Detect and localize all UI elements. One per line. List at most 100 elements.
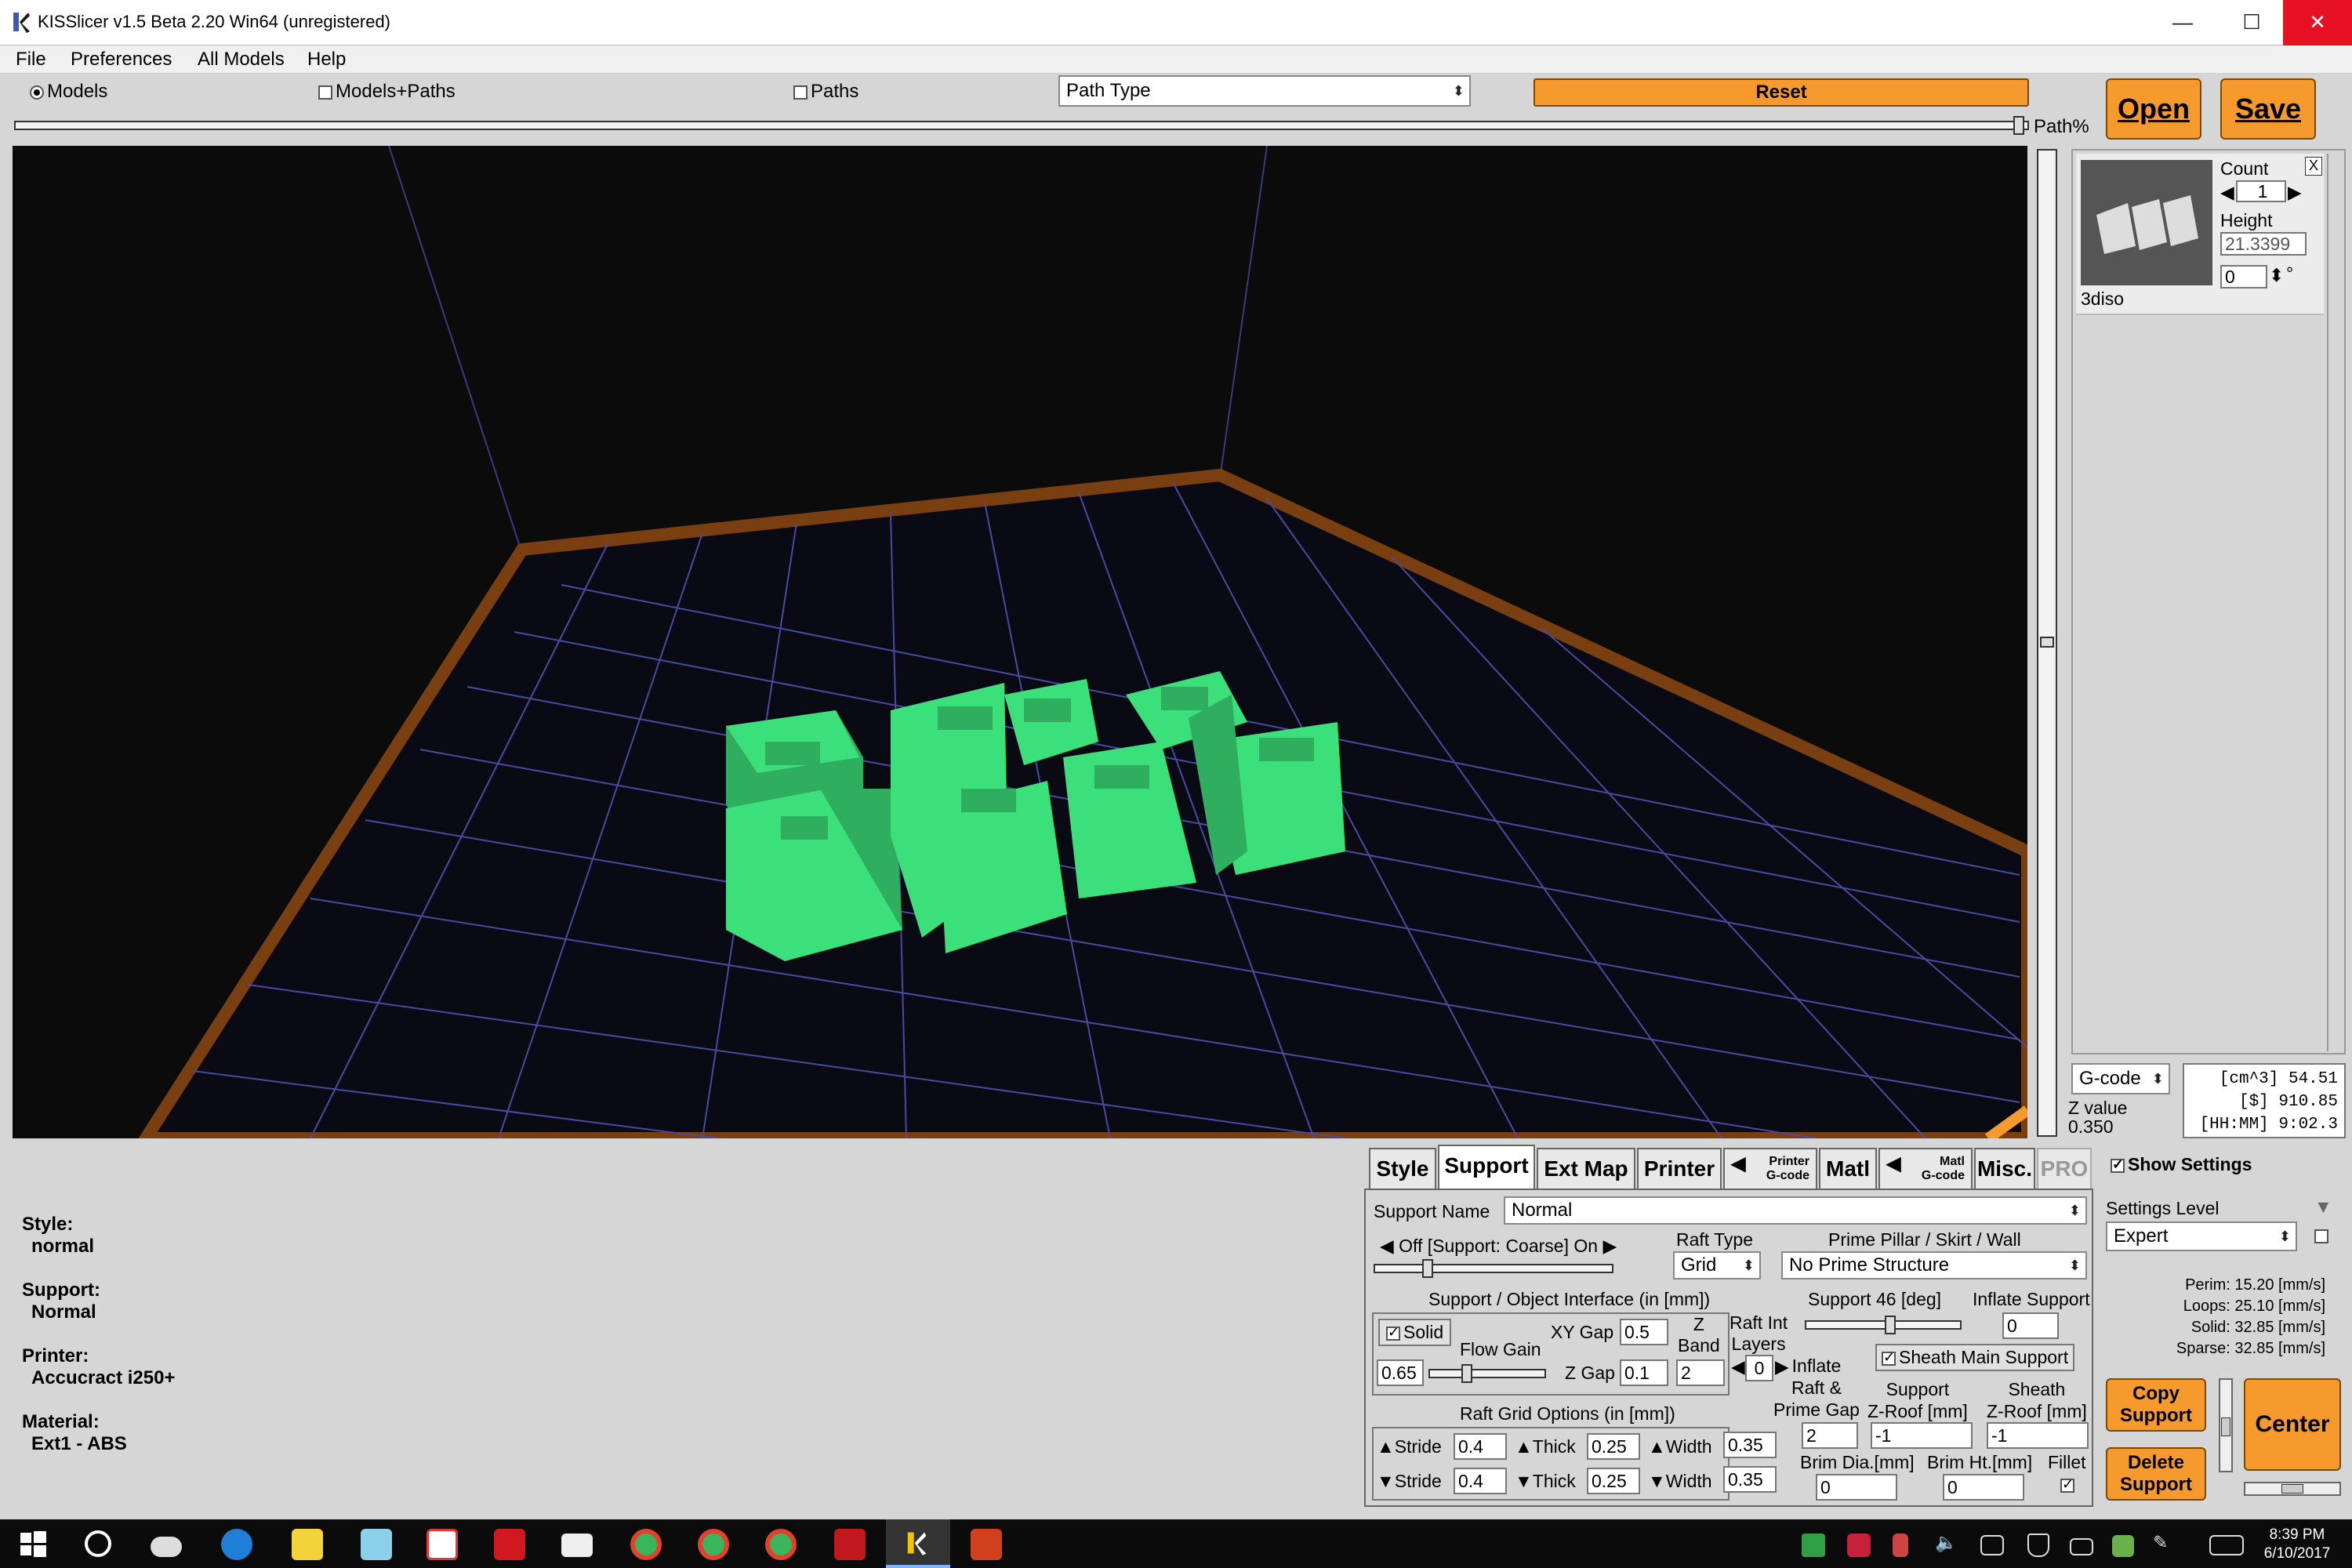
menu-preferences[interactable]: Preferences <box>71 45 172 74</box>
open-button[interactable]: Open <box>2106 78 2201 140</box>
arrow-right-icon[interactable]: ▶ <box>1598 1236 1617 1256</box>
chrome-profile-2-icon[interactable] <box>698 1529 729 1560</box>
inflate-raft-input[interactable]: 2 <box>1802 1422 1858 1449</box>
shield-icon[interactable] <box>1802 1534 1825 1557</box>
r-app-icon[interactable] <box>971 1529 1002 1560</box>
network-icon[interactable] <box>2112 1535 2134 1557</box>
chrome-profile-3-icon[interactable] <box>765 1529 797 1560</box>
arrow-left-icon[interactable]: ◀ <box>1731 1356 1745 1377</box>
horizontal-scrollbar[interactable] <box>2244 1482 2341 1496</box>
m-app-icon[interactable] <box>494 1529 525 1560</box>
tab-misc[interactable]: Misc. <box>1974 1148 2035 1189</box>
support-level-slider[interactable] <box>1374 1259 1613 1278</box>
3d-viewport[interactable] <box>13 146 2027 1138</box>
checkbox-models-paths[interactable] <box>318 85 332 100</box>
copy-support-button[interactable]: Copy Support <box>2106 1378 2206 1432</box>
tab-style[interactable]: Style <box>1369 1148 1436 1189</box>
rotation-input[interactable]: 0 <box>2220 265 2267 289</box>
triangle-up-icon[interactable]: ▲ <box>1515 1436 1533 1457</box>
settings-level-checkbox[interactable] <box>2314 1229 2328 1243</box>
collapse-arrow-icon[interactable]: ▼ <box>2314 1196 2332 1218</box>
support-name-select[interactable]: Normal ⬍ <box>1504 1196 2087 1225</box>
fillet-checkbox[interactable] <box>2060 1476 2074 1493</box>
rotation-spinner-icon[interactable]: ⬍ <box>2269 265 2284 286</box>
inflate-support-input[interactable]: 0 <box>2002 1312 2059 1339</box>
triangle-down-icon[interactable]: ▼ <box>1377 1471 1395 1491</box>
radio-models[interactable] <box>30 85 44 100</box>
z-band-input[interactable]: 2 <box>1676 1359 1725 1386</box>
model-card[interactable]: Count X ◀ 1 ▶ Height 21.3399 0 ⬍ ° 3diso <box>2076 154 2324 315</box>
tab-ext-map[interactable]: Ext Map <box>1537 1148 1635 1189</box>
settings-level-select[interactable]: Expert ⬍ <box>2106 1221 2297 1251</box>
system-clock[interactable]: 8:39 PM 6/10/2017 <box>2258 1526 2336 1563</box>
support-angle-thumb[interactable] <box>1885 1316 1896 1334</box>
tab-printer[interactable]: Printer <box>1637 1148 1722 1189</box>
antivirus-icon[interactable] <box>1847 1534 1871 1557</box>
arrow-right-icon[interactable]: ▶ <box>2288 182 2302 203</box>
triangle-down-icon[interactable]: ▼ <box>1515 1471 1533 1491</box>
tab-matl-gcode[interactable]: ◀ Matl G-code <box>1878 1148 1973 1189</box>
brim-dia-input[interactable]: 0 <box>1816 1474 1897 1501</box>
reset-button[interactable]: Reset <box>1534 78 2029 107</box>
menu-all-models[interactable]: All Models <box>198 45 285 74</box>
sketch-app-icon[interactable] <box>361 1529 392 1560</box>
triangle-up-icon[interactable]: ▲ <box>1377 1436 1395 1457</box>
model-list-scrollbar[interactable] <box>2327 154 2343 1051</box>
save-button[interactable]: Save <box>2220 78 2316 140</box>
cortana-icon[interactable] <box>85 1530 111 1557</box>
keyboard-icon[interactable] <box>2209 1535 2244 1555</box>
sticky-notes-icon[interactable] <box>292 1529 323 1560</box>
tab-support[interactable]: Support <box>1438 1145 1535 1190</box>
close-button[interactable]: ✕ <box>2283 0 2352 45</box>
stride-2-input[interactable]: 0.4 <box>1454 1468 1507 1494</box>
checkbox-solid[interactable] <box>1386 1324 1400 1341</box>
menu-help[interactable]: Help <box>307 45 346 74</box>
triangle-down-icon[interactable]: ▼ <box>1648 1471 1666 1491</box>
layer-slider[interactable] <box>2037 149 2057 1137</box>
stride-1-input[interactable]: 0.4 <box>1454 1433 1507 1460</box>
sheath-roof-input[interactable]: -1 <box>1987 1422 2089 1449</box>
tally-app-icon[interactable] <box>426 1529 458 1560</box>
z-gap-input[interactable]: 0.1 <box>1620 1359 1668 1386</box>
tab-printer-gcode[interactable]: ◀ Printer G-code <box>1723 1148 1817 1189</box>
flow-gain-input[interactable]: 0.65 <box>1377 1359 1424 1386</box>
flow-gain-slider[interactable] <box>1428 1364 1546 1383</box>
chrome-icon[interactable] <box>630 1529 662 1560</box>
path-slider-thumb[interactable] <box>2013 116 2024 135</box>
mail-icon[interactable] <box>561 1534 593 1557</box>
width-1-input[interactable]: 0.35 <box>1723 1432 1777 1458</box>
brim-ht-input[interactable]: 0 <box>1943 1474 2024 1501</box>
view-paths-option[interactable]: Paths <box>793 81 858 103</box>
xy-gap-input[interactable]: 0.5 <box>1620 1319 1668 1345</box>
support-slider-thumb[interactable] <box>1422 1259 1433 1278</box>
view-models-option[interactable]: Models <box>30 81 107 103</box>
sketchup-icon[interactable] <box>834 1529 866 1560</box>
solid-toggle[interactable]: Solid <box>1378 1319 1452 1346</box>
usb-icon[interactable] <box>1893 1534 1908 1557</box>
h-scrollbar-thumb[interactable] <box>2281 1484 2303 1494</box>
support-roof-input[interactable]: -1 <box>1871 1422 1973 1449</box>
scrollbar-thumb[interactable] <box>2221 1417 2230 1436</box>
thick-2-input[interactable]: 0.25 <box>1587 1468 1640 1494</box>
checkbox-paths[interactable] <box>793 85 808 100</box>
kisslicer-taskbar-item[interactable] <box>886 1519 950 1568</box>
security-icon[interactable] <box>2027 1534 2049 1557</box>
width-2-input[interactable]: 0.35 <box>1723 1466 1777 1493</box>
display-icon[interactable] <box>1980 1535 2004 1555</box>
battery-icon[interactable] <box>2070 1538 2093 1555</box>
volume-icon[interactable]: 🔈 <box>1935 1532 1958 1553</box>
flow-gain-thumb[interactable] <box>1461 1364 1472 1383</box>
arrow-left-icon[interactable]: ◀ <box>2220 182 2234 203</box>
path-type-select[interactable]: Path Type ⬍ <box>1058 75 1471 107</box>
thick-1-input[interactable]: 0.25 <box>1587 1433 1640 1460</box>
raft-type-select[interactable]: Grid ⬍ <box>1673 1251 1761 1279</box>
sheath-toggle[interactable]: Sheath Main Support <box>1875 1344 2075 1371</box>
checkbox-sheath[interactable] <box>1882 1349 1896 1366</box>
vertical-scrollbar[interactable] <box>2219 1378 2233 1472</box>
menu-file[interactable]: File <box>16 45 46 74</box>
edge-browser-icon[interactable] <box>221 1529 252 1560</box>
view-models-paths-option[interactable]: Models+Paths <box>318 81 456 103</box>
triangle-up-icon[interactable]: ▲ <box>1648 1436 1666 1457</box>
layer-slider-thumb[interactable] <box>2040 637 2054 648</box>
onedrive-icon[interactable] <box>151 1537 182 1557</box>
